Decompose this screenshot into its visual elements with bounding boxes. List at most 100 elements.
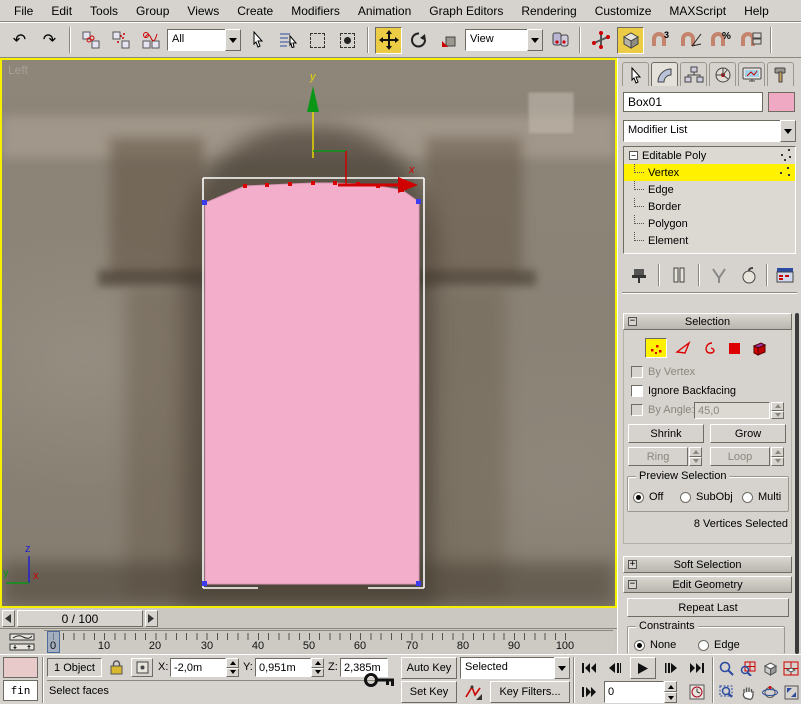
menu-maxscript[interactable]: MAXScript bbox=[661, 1, 734, 21]
menu-customize[interactable]: Customize bbox=[587, 1, 660, 21]
ignore-backfacing-checkbox[interactable] bbox=[631, 385, 643, 397]
current-frame-spinner[interactable] bbox=[664, 681, 677, 703]
select-and-move-button[interactable] bbox=[375, 27, 402, 54]
undo-button[interactable]: ↶ bbox=[6, 27, 33, 54]
shrink-button[interactable]: Shrink bbox=[628, 424, 704, 443]
select-object-button[interactable] bbox=[244, 27, 271, 54]
select-and-manipulate-button[interactable] bbox=[587, 27, 614, 54]
y-coord-field[interactable]: 0,951m bbox=[255, 658, 311, 677]
menu-tools[interactable]: Tools bbox=[82, 1, 126, 21]
menu-file[interactable]: File bbox=[6, 1, 41, 21]
select-and-scale-button[interactable] bbox=[435, 27, 462, 54]
edit-geometry-rollout-header[interactable]: − Edit Geometry bbox=[623, 576, 792, 593]
tab-display[interactable] bbox=[738, 62, 765, 86]
region-zoom-button[interactable] bbox=[716, 681, 736, 703]
y-coord-spinner[interactable] bbox=[311, 658, 324, 677]
constraints-none-radio[interactable] bbox=[634, 640, 645, 651]
gizmo-y-arrowhead[interactable] bbox=[307, 86, 319, 112]
select-and-link-button[interactable] bbox=[77, 27, 104, 54]
percent-snap-button[interactable]: % bbox=[707, 27, 734, 54]
tab-create[interactable] bbox=[622, 62, 649, 86]
vertex-subobject-button[interactable] bbox=[645, 338, 667, 358]
spinner-snap-button[interactable] bbox=[737, 27, 764, 54]
viewport-canvas[interactable]: y x z y x Left bbox=[2, 60, 615, 606]
menu-group[interactable]: Group bbox=[128, 1, 177, 21]
modifier-list-dropdown-button[interactable] bbox=[780, 120, 796, 142]
snap-mode-button[interactable]: 3 bbox=[647, 27, 674, 54]
time-slider-handle[interactable]: 0 / 100 bbox=[17, 610, 143, 627]
tab-utilities[interactable] bbox=[767, 62, 794, 86]
loop-spinner[interactable] bbox=[771, 447, 784, 466]
menu-views[interactable]: Views bbox=[179, 1, 227, 21]
object-name-field[interactable] bbox=[623, 92, 763, 112]
stack-row-edge[interactable]: Edge bbox=[624, 181, 795, 198]
menu-graph-editors[interactable]: Graph Editors bbox=[421, 1, 511, 21]
zoom-all-button[interactable] bbox=[738, 657, 758, 679]
preview-off-radio[interactable] bbox=[633, 492, 644, 503]
selection-filter-dropdown-button[interactable] bbox=[225, 29, 241, 51]
angle-snap-button[interactable] bbox=[677, 27, 704, 54]
modifier-list-combo[interactable]: Modifier List bbox=[623, 120, 796, 142]
redo-button[interactable]: ↷ bbox=[36, 27, 63, 54]
preview-subobj-radio[interactable] bbox=[680, 492, 691, 503]
object-color-swatch[interactable] bbox=[768, 92, 795, 112]
auto-key-button[interactable]: Auto Key bbox=[401, 657, 457, 679]
time-slider-prev-button[interactable] bbox=[2, 610, 15, 627]
preview-multi-radio[interactable] bbox=[742, 492, 753, 503]
bind-to-spacewarp-button[interactable] bbox=[137, 27, 164, 54]
panel-scrollbar[interactable] bbox=[795, 313, 799, 654]
border-subobject-button[interactable] bbox=[698, 338, 720, 358]
selection-rollout-header[interactable]: − Selection bbox=[623, 313, 792, 330]
ring-spinner[interactable] bbox=[689, 447, 702, 466]
maximize-viewport-toggle-button[interactable] bbox=[782, 681, 800, 703]
reference-coordsys-dropdown-button[interactable] bbox=[527, 29, 543, 51]
make-unique-button[interactable] bbox=[706, 264, 732, 286]
open-mini-curve-editor-button[interactable] bbox=[4, 631, 40, 652]
menu-modifiers[interactable]: Modifiers bbox=[283, 1, 348, 21]
menu-animation[interactable]: Animation bbox=[350, 1, 419, 21]
zoom-extents-all-button[interactable] bbox=[782, 657, 800, 679]
by-angle-spinner[interactable] bbox=[771, 402, 784, 419]
set-key-button[interactable]: Set Key bbox=[401, 681, 457, 703]
go-to-end-button[interactable] bbox=[686, 657, 708, 679]
loop-button[interactable]: Loop bbox=[710, 447, 770, 466]
keyboard-shortcut-override-toggle[interactable] bbox=[362, 668, 398, 692]
x-coord-spinner[interactable] bbox=[226, 658, 239, 677]
menu-rendering[interactable]: Rendering bbox=[513, 1, 584, 21]
key-filters-button[interactable]: Key Filters... bbox=[490, 681, 570, 703]
current-frame-field[interactable]: 0 bbox=[604, 681, 664, 703]
key-mode-toggle-button[interactable] bbox=[578, 681, 600, 703]
stack-row-element[interactable]: Element bbox=[624, 232, 795, 249]
track-bar-ruler[interactable]: 0 10 20 30 40 50 60 70 80 90 100 bbox=[44, 630, 613, 653]
default-tangent-button[interactable] bbox=[460, 681, 486, 703]
transform-gizmo[interactable]: y x bbox=[307, 71, 418, 193]
tab-motion[interactable] bbox=[709, 62, 736, 86]
polygon-subobject-button[interactable] bbox=[723, 338, 745, 358]
tab-modify[interactable] bbox=[651, 62, 678, 86]
previous-frame-button[interactable] bbox=[604, 657, 626, 679]
stack-row-editable-poly[interactable]: − Editable Poly bbox=[624, 147, 795, 164]
constraints-edge-radio[interactable] bbox=[698, 640, 709, 651]
zoom-button[interactable] bbox=[716, 657, 736, 679]
pin-stack-button[interactable] bbox=[626, 264, 652, 286]
orbit-button[interactable] bbox=[760, 681, 780, 703]
rectangular-selection-region-button[interactable] bbox=[304, 27, 331, 54]
next-frame-button[interactable] bbox=[660, 657, 682, 679]
remove-modifier-button[interactable] bbox=[736, 264, 762, 286]
key-mode-combo[interactable]: Selected bbox=[460, 657, 570, 679]
window-crossing-button[interactable] bbox=[334, 27, 361, 54]
menu-create[interactable]: Create bbox=[229, 1, 281, 21]
grow-button[interactable]: Grow bbox=[710, 424, 786, 443]
tab-hierarchy[interactable] bbox=[680, 62, 707, 86]
by-vertex-checkbox[interactable] bbox=[631, 366, 643, 378]
time-slider-next-button[interactable] bbox=[145, 610, 158, 627]
go-to-start-button[interactable] bbox=[578, 657, 600, 679]
reference-coordsys-combo[interactable]: View bbox=[465, 29, 543, 51]
mini-listener-script-line[interactable]: fin bbox=[3, 680, 38, 701]
element-subobject-button[interactable] bbox=[748, 338, 770, 358]
repeat-last-button[interactable]: Repeat Last bbox=[627, 598, 789, 617]
pan-button[interactable] bbox=[738, 681, 758, 703]
gizmo-x-arrowhead[interactable] bbox=[398, 177, 418, 193]
snaps-toggle-button[interactable] bbox=[617, 27, 644, 54]
zoom-extents-button[interactable] bbox=[760, 657, 780, 679]
